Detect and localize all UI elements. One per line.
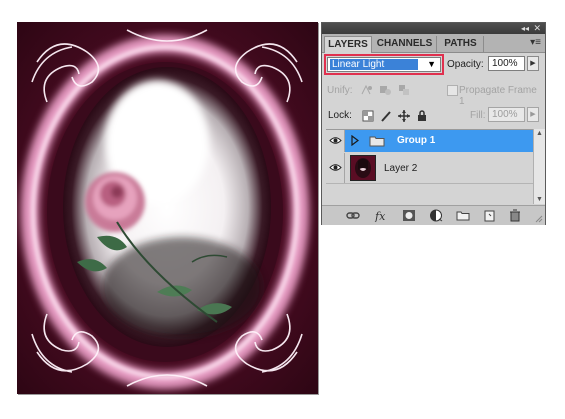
lock-all-icon[interactable]: [416, 110, 428, 122]
fill-label: Fill:: [470, 110, 486, 121]
fill-slider-button[interactable]: ▶: [527, 107, 539, 122]
lock-transparent-icon[interactable]: [362, 110, 374, 122]
fx-icon[interactable]: fx: [374, 209, 388, 222]
add-mask-icon[interactable]: [402, 209, 416, 222]
thumbnail-image: [351, 156, 375, 180]
eye-icon[interactable]: [329, 163, 342, 172]
blend-mode-value: Linear Light: [330, 59, 418, 70]
panel-footer: fx: [322, 205, 545, 225]
scroll-up-icon[interactable]: ▲: [536, 130, 543, 137]
opacity-input[interactable]: 100%: [488, 56, 525, 71]
layer-name[interactable]: Group 1: [397, 135, 435, 146]
link-layers-icon[interactable]: [346, 209, 360, 222]
blend-mode-select[interactable]: Linear Light ▼: [327, 57, 441, 72]
new-group-icon[interactable]: [456, 209, 470, 222]
layer-thumbnail[interactable]: [350, 155, 376, 181]
layer-row-layer-2[interactable]: Layer 2: [326, 153, 533, 184]
unify-style-icon[interactable]: [398, 84, 411, 96]
scroll-down-icon[interactable]: ▼: [536, 196, 543, 203]
tab-paths[interactable]: PATHS: [438, 36, 484, 52]
svg-text:fx: fx: [374, 210, 386, 222]
artwork-image: [17, 22, 318, 394]
layer-list-scrollbar[interactable]: ▲ ▼: [533, 129, 545, 204]
lock-row: Lock: Fill: 100% ▶: [322, 103, 545, 128]
close-icon[interactable]: ✕: [533, 23, 541, 34]
adjustment-layer-icon[interactable]: [429, 209, 443, 222]
unify-label: Unify:: [327, 85, 353, 96]
propagate-checkbox[interactable]: [447, 85, 458, 96]
opacity-label: Opacity:: [447, 59, 484, 70]
new-layer-icon[interactable]: [482, 209, 496, 222]
visibility-toggle[interactable]: [326, 130, 345, 152]
tab-channels[interactable]: CHANNELS: [373, 36, 437, 52]
lock-label: Lock:: [328, 110, 352, 121]
eye-icon[interactable]: [329, 136, 342, 145]
unify-row: Unify: Propagate Frame 1: [322, 78, 545, 107]
dropdown-arrow-icon[interactable]: ▼: [427, 59, 436, 69]
expand-triangle-icon[interactable]: [351, 135, 359, 146]
lock-pixels-icon[interactable]: [380, 110, 392, 122]
layer-list: Group 1 Layer 2: [326, 129, 533, 205]
document-canvas[interactable]: [17, 22, 318, 394]
double-chevron-icon[interactable]: ◂◂: [521, 23, 529, 34]
panel-tabs: LAYERS CHANNELS PATHS ▾≡: [322, 34, 545, 53]
layer-row-group-1[interactable]: Group 1: [326, 130, 533, 152]
visibility-toggle[interactable]: [326, 153, 345, 183]
unify-visibility-icon[interactable]: [379, 84, 392, 96]
layer-name[interactable]: Layer 2: [384, 163, 417, 174]
opacity-slider-button[interactable]: ▶: [527, 56, 539, 71]
panel-titlebar[interactable]: ◂◂ ✕: [322, 23, 545, 34]
resize-grip-icon[interactable]: [535, 215, 543, 223]
layers-panel: ◂◂ ✕ LAYERS CHANNELS PATHS ▾≡ Linear Lig…: [321, 22, 546, 225]
lock-position-icon[interactable]: [398, 110, 410, 122]
tab-layers[interactable]: LAYERS: [324, 36, 372, 53]
blend-row: Linear Light ▼ Opacity: 100% ▶: [322, 53, 545, 77]
panel-menu-icon[interactable]: ▾≡: [530, 37, 541, 48]
unify-position-icon[interactable]: [360, 84, 373, 96]
folder-icon: [369, 136, 385, 147]
trash-icon[interactable]: [508, 209, 522, 222]
fill-input[interactable]: 100%: [488, 107, 525, 122]
